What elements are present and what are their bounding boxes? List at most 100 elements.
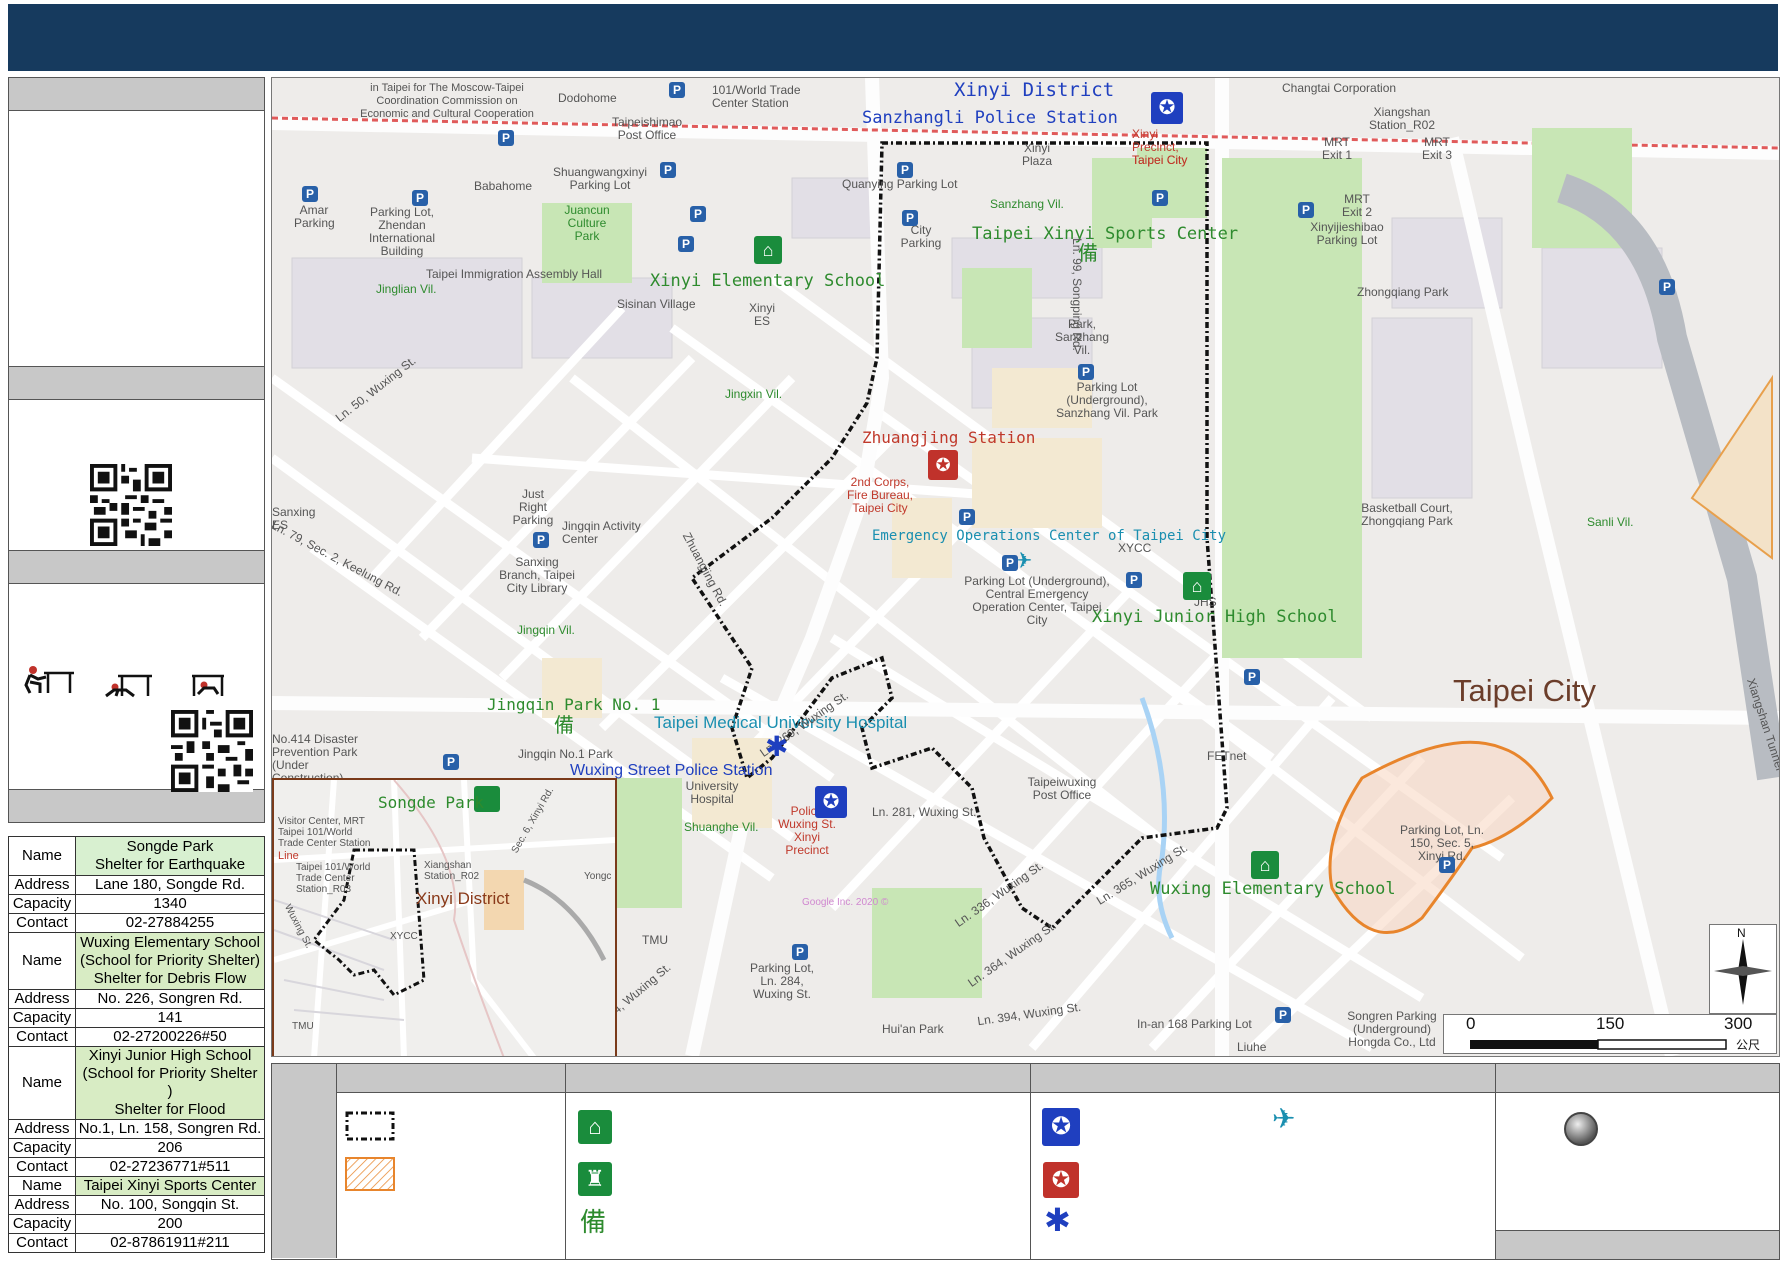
sidebar-info-box	[8, 111, 265, 367]
place-label: Just Right Parking	[512, 487, 554, 527]
table-row: Name Wuxing Elementary School (School fo…	[8, 932, 265, 990]
shelter-icon[interactable]: ⌂	[754, 236, 782, 264]
copyright-label: Google Inc. 2020 ©	[802, 897, 889, 908]
hazard-area-icon	[345, 1157, 395, 1191]
table-row: Capacity 141	[8, 1008, 265, 1028]
capacity-label: Capacity	[8, 1138, 76, 1158]
table-row: Name Xinyi Junior High School (School fo…	[8, 1046, 265, 1120]
shelter-name: Wuxing Elementary School (School for Pri…	[75, 932, 265, 990]
place-label: Taipeiwuxing Post Office	[1027, 775, 1097, 802]
legend-footer	[1496, 1230, 1779, 1259]
parking-icon: P	[792, 944, 808, 960]
facility-label-sports-center: Taipei Xinyi Sports Center	[972, 224, 1239, 244]
parking-icon: P	[1002, 555, 1018, 571]
reserve-icon[interactable]: 備	[1078, 244, 1098, 264]
table-row: Address No. 226, Songren Rd.	[8, 989, 265, 1009]
place-label: City Parking	[900, 223, 942, 250]
place-label: Jinglian Vil.	[376, 282, 437, 296]
fire-icon: ✪	[1043, 1162, 1079, 1198]
table-row: Address No.1, Ln. 158, Songren Rd.	[8, 1119, 265, 1139]
duck-posture-icon	[24, 666, 74, 694]
shelter-icon[interactable]: ⌂	[1251, 851, 1279, 879]
shelter-contact: 02-87861911#211	[75, 1233, 265, 1253]
place-label: Quanying Parking Lot	[842, 177, 958, 191]
shelter-address: Lane 180, Songde Rd.	[75, 875, 265, 895]
parking-icon: P	[1298, 202, 1314, 218]
place-label: Xinyi ES	[748, 301, 775, 328]
inset-label: TMU	[292, 1021, 314, 1032]
table-row: Capacity 1340	[8, 894, 265, 914]
shelter-name: Songde Park Shelter for Earthquake	[75, 836, 265, 876]
parking-icon: P	[678, 236, 694, 252]
map-panel[interactable]: Xinyi District Taipei City Sanzhangli Po…	[271, 77, 1780, 1057]
inset-map[interactable]: Songde Park Xinyi District Visitor Cente…	[272, 778, 617, 1056]
place-label: Songren Parking (Underground) Hongda Co.…	[1347, 1009, 1437, 1049]
boundary-icon	[345, 1111, 395, 1141]
legend-header-boundary	[337, 1064, 566, 1093]
table-row: Contact 02-27236771#511	[8, 1157, 265, 1177]
table-row: Name Taipei Xinyi Sports Center	[8, 1176, 265, 1196]
place-label: TMU	[642, 933, 668, 947]
place-label: Taipeishimao Post Office	[612, 115, 683, 142]
parking-icon: P	[660, 162, 676, 178]
scale-bar: 0 150 300 公尺	[1443, 1014, 1777, 1054]
legend-header-side	[272, 1064, 337, 1258]
place-label: Xinyi Precinct, Taipei City	[1132, 127, 1188, 167]
shelter-capacity: 141	[75, 1008, 265, 1028]
parking-icon: P	[1078, 364, 1094, 380]
place-label: Babahome	[474, 179, 533, 193]
sidebar-section-header-4	[8, 790, 265, 823]
fire-icon[interactable]: ✪	[928, 450, 958, 480]
parking-icon: P	[1152, 190, 1168, 206]
legend-header-other	[1496, 1064, 1779, 1093]
inset-label: Taipei 101/World Trade Center Station_R0…	[296, 862, 371, 895]
parking-icon: P	[959, 509, 975, 525]
earthquake-shelter-icon: ♜	[578, 1162, 612, 1196]
place-label: Parking Lot (Underground), Central Emerg…	[964, 574, 1110, 627]
shelter-address: No. 226, Songren Rd.	[75, 989, 265, 1009]
place-label: Changtai Corporation	[1282, 81, 1397, 95]
place-label: Parking Lot, Ln. 284, Wuxing St.	[749, 961, 815, 1001]
place-label: Dodohome	[558, 91, 617, 105]
reserve-icon[interactable]: 備	[554, 716, 574, 736]
capacity-label: Capacity	[8, 1214, 76, 1234]
parking-icon: P	[669, 82, 685, 98]
place-label: Parking Lot, Zhendan International Build…	[368, 205, 436, 258]
shelter-contact: 02-27200226#50	[75, 1027, 265, 1047]
contact-label: Contact	[8, 1157, 76, 1177]
name-label: Name	[8, 1176, 76, 1196]
hold-posture-icon	[192, 674, 224, 696]
shelter-address: No. 100, Songqin St.	[75, 1195, 265, 1215]
contact-label: Contact	[8, 1233, 76, 1253]
capacity-label: Capacity	[8, 1008, 76, 1028]
place-label: MRT Exit 2	[1341, 192, 1372, 219]
medical-icon[interactable]: ✱	[765, 733, 788, 761]
inset-label: XYCC	[390, 931, 418, 942]
title-bar	[8, 4, 1778, 71]
police-icon[interactable]: ✪	[1151, 92, 1183, 124]
place-label: XYCC	[1118, 541, 1152, 555]
shelter-table: Name Songde Park Shelter for Earthquake …	[8, 836, 265, 1253]
police-icon[interactable]: ✪	[815, 786, 847, 818]
qr-code-icon[interactable]	[171, 710, 253, 792]
shelter-capacity: 206	[75, 1138, 265, 1158]
place-label: Amar Parking	[294, 203, 335, 230]
table-row: Contact 02-27200226#50	[8, 1027, 265, 1047]
district-label: Xinyi District	[954, 79, 1115, 101]
place-label: Sanli Vil.	[1587, 515, 1634, 529]
place-label: University Hospital	[685, 779, 739, 806]
qr-code-icon[interactable]	[90, 464, 172, 546]
facility-label-wuxing-es: Wuxing Elementary School	[1150, 879, 1396, 899]
parking-icon: P	[302, 186, 318, 202]
cover-posture-icon	[105, 674, 152, 698]
parking-icon: P	[1275, 1007, 1291, 1023]
shelter-icon[interactable]: ⌂	[1183, 572, 1211, 600]
sidebar-section-header-2	[8, 367, 265, 400]
shelter-name: Taipei Xinyi Sports Center	[75, 1176, 265, 1196]
place-label: In-an 168 Parking Lot	[1137, 1017, 1252, 1031]
place-label: Jingqin Vil.	[517, 623, 575, 637]
scale-unit: 公尺	[1736, 1038, 1761, 1052]
place-label: Xinyijieshibao Parking Lot	[1310, 220, 1384, 247]
place-label: Xinyi Plaza	[1021, 141, 1053, 168]
name-label: Name	[8, 836, 76, 876]
